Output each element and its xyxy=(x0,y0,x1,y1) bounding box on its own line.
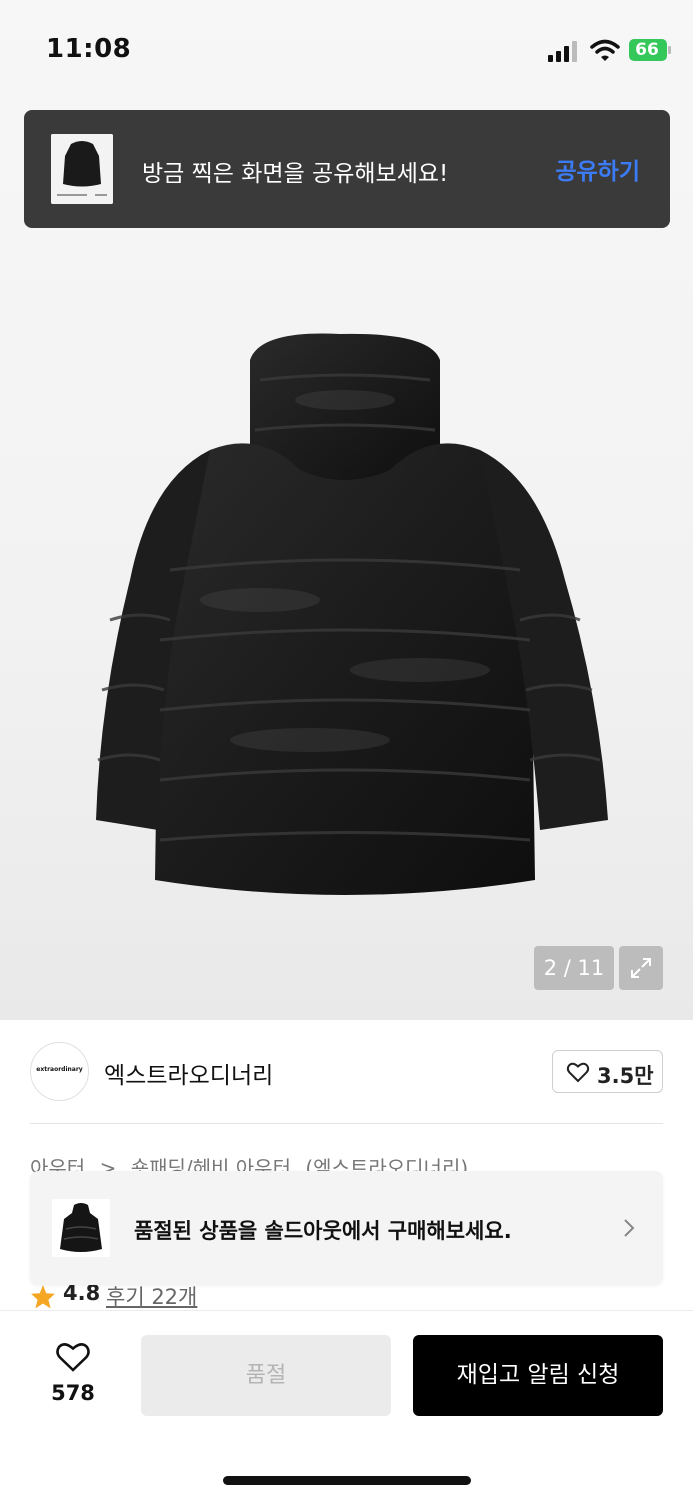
screenshot-thumbnail xyxy=(51,134,113,204)
brand-name[interactable]: 엑스트라오디너리 xyxy=(104,1056,273,1090)
brand-row[interactable]: extraordinary 엑스트라오디너리 3.5만 xyxy=(30,1040,663,1124)
wishlist-count: 578 xyxy=(51,1381,95,1405)
brand-like-count: 3.5만 xyxy=(597,1064,654,1088)
soldout-marketplace-banner[interactable]: 품절된 상품을 솔드아웃에서 구매해보세요. xyxy=(30,1171,663,1285)
signal-icon xyxy=(548,41,577,62)
home-indicator xyxy=(223,1476,471,1485)
toast-product-thumbnail xyxy=(52,1199,110,1257)
status-bar: 11:08 66 xyxy=(0,0,693,100)
share-message: 방금 찍은 화면을 공유해보세요! xyxy=(142,161,449,187)
wishlist-button[interactable]: 578 xyxy=(38,1337,108,1407)
heart-icon xyxy=(56,1343,90,1372)
screenshot-share-banner: 방금 찍은 화면을 공유해보세요! 공유하기 xyxy=(24,110,670,228)
status-time: 11:08 xyxy=(46,34,132,64)
wifi-icon xyxy=(590,39,620,61)
soldout-button: 품절 xyxy=(141,1335,391,1416)
bottom-action-bar: 578 품절 재입고 알림 신청 xyxy=(0,1310,693,1500)
review-count-link[interactable]: 후기 22개 xyxy=(106,1281,197,1310)
product-image[interactable] xyxy=(60,320,630,920)
image-counter: 2 / 11 xyxy=(534,946,614,990)
brand-logo-text: extraordinary xyxy=(36,1066,83,1073)
chevron-right-icon xyxy=(624,1219,635,1237)
brand-logo[interactable]: extraordinary xyxy=(30,1042,89,1101)
expand-image-button[interactable] xyxy=(619,946,663,990)
expand-icon xyxy=(631,958,651,978)
share-button[interactable]: 공유하기 xyxy=(555,152,640,186)
star-icon xyxy=(31,1285,55,1309)
battery-level: 66 xyxy=(635,40,659,60)
toast-message: 품절된 상품을 솔드아웃에서 구매해보세요. xyxy=(134,1219,512,1243)
heart-outline-icon xyxy=(566,1062,590,1083)
restock-alert-button[interactable]: 재입고 알림 신청 xyxy=(413,1335,663,1416)
brand-like-button[interactable]: 3.5만 xyxy=(552,1050,663,1093)
